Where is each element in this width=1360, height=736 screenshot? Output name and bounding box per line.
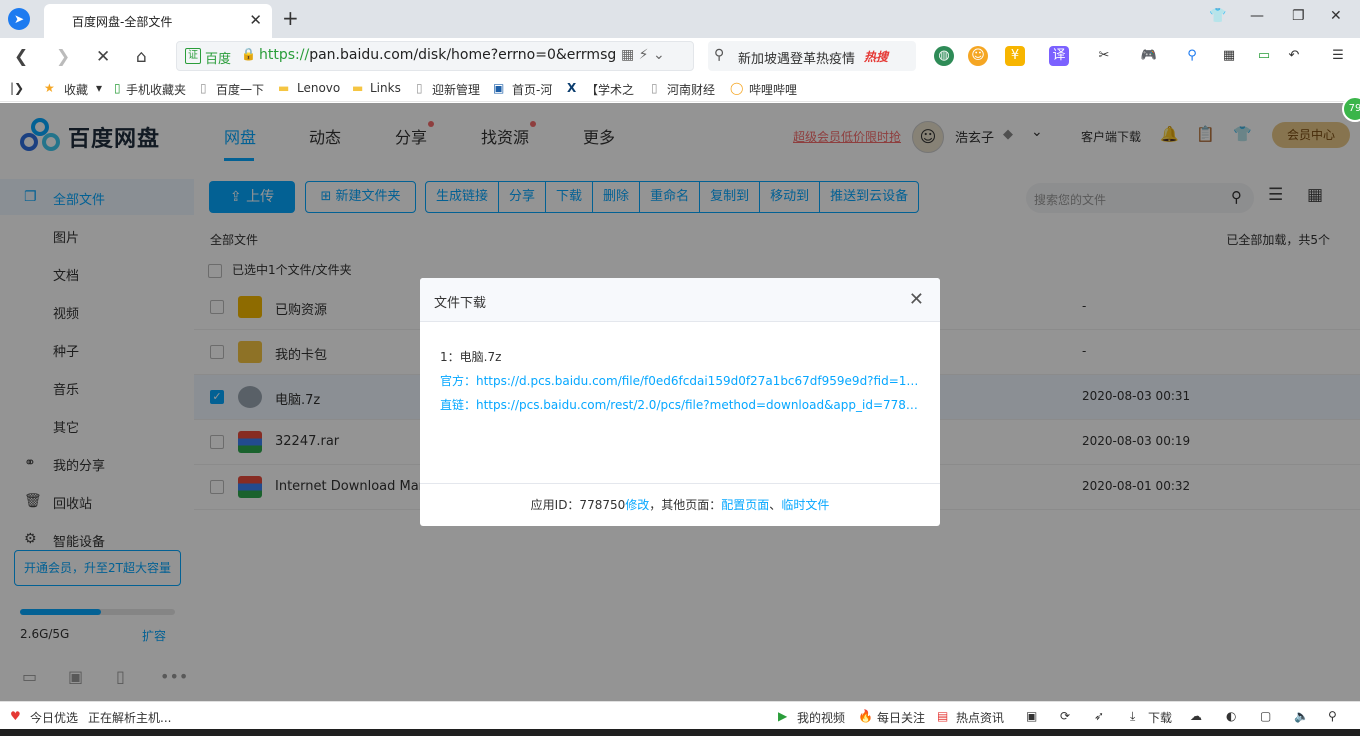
bookmark-academic[interactable]: 【学术之 (586, 81, 634, 98)
minimize-icon[interactable]: — (1250, 8, 1264, 24)
bookmark-lenovo[interactable]: Lenovo (297, 81, 340, 95)
separator-text: 、 (769, 498, 782, 512)
dialog-footer: 应用ID：778750修改，其他页面：配置页面、临时文件 (420, 483, 940, 526)
apps-grid-icon[interactable]: ▦ (1219, 46, 1239, 66)
browser-tab-bar: ➤ 百度网盘-全部文件 ✕ + 👕 — ❐ ✕ (0, 0, 1360, 38)
sidebar-toggle-icon[interactable]: |❯ (10, 81, 24, 95)
bookmark-favorites[interactable]: 收藏 (64, 81, 88, 98)
bookmark-baidu[interactable]: 百度一下 (216, 81, 264, 98)
skin-icon[interactable]: 👕 (1209, 8, 1226, 24)
magnifier-tool-icon[interactable]: ⚲ (1182, 46, 1202, 66)
url-path: pan.baidu.com/disk/home?errno=0&errmsg (309, 47, 617, 63)
zoom-icon[interactable]: ⚲ (1328, 709, 1337, 723)
phone-icon: ▯ (114, 81, 121, 95)
home-icon[interactable]: ⌂ (136, 47, 147, 67)
dialog-file-name: 1：电脑.7z (440, 350, 502, 364)
volume-icon[interactable]: 🔈 (1294, 709, 1309, 723)
hot-search-text: 新加坡遇登革热疫情 (738, 52, 856, 67)
undo-icon[interactable]: ↶ (1284, 46, 1304, 66)
lock-icon: 🔒 (241, 47, 256, 61)
bookmark-welcome[interactable]: 迎新管理 (432, 81, 480, 98)
bookmark-mobile[interactable]: 手机收藏夹 (126, 81, 186, 98)
today-picks-link[interactable]: 今日优选 (30, 709, 78, 726)
restore-icon[interactable]: ❐ (1292, 8, 1305, 24)
folder-icon: ▬ (352, 81, 364, 95)
forward-icon[interactable]: ❯ (56, 47, 70, 67)
dialog-title: 文件下载 (434, 296, 487, 311)
os-taskbar (0, 729, 1360, 736)
window-close-icon[interactable]: ✕ (1330, 8, 1342, 24)
modify-link[interactable]: 修改 (625, 498, 649, 512)
browser-status-bar: ♥ 今日优选 正在解析主机... ▶ 我的视频 🔥 每日关注 ▤ 热点资讯 ▣ … (0, 701, 1360, 729)
page-icon: ▯ (651, 81, 658, 95)
loading-status: 正在解析主机... (88, 711, 172, 725)
dialog-header: 文件下载 ✕ (420, 278, 940, 322)
scissors-icon[interactable]: ✂ (1094, 46, 1114, 66)
bookmark-henan[interactable]: 河南财经 (667, 81, 715, 98)
tab-close-icon[interactable]: ✕ (249, 11, 262, 29)
bilibili-icon: ◯ (730, 81, 744, 95)
bookmark-links[interactable]: Links (370, 81, 401, 95)
other-pages-text: ，其他页面： (649, 498, 722, 512)
bookmark-home[interactable]: 首页-河 (512, 81, 552, 98)
page-icon: ▯ (200, 81, 207, 95)
close-icon[interactable]: ✕ (909, 289, 924, 310)
download-icon: ⤓ (1130, 709, 1136, 723)
battery-icon[interactable]: ▭ (1254, 46, 1274, 66)
coupon-extension-icon[interactable]: ¥ (1005, 46, 1025, 66)
daily-follow-link[interactable]: 每日关注 (877, 709, 925, 726)
verified-shield-icon: 证 (185, 48, 201, 64)
tiger-extension-icon[interactable]: ☺ (968, 46, 988, 66)
hot-search-badge: 热搜 (864, 50, 889, 64)
cloud-icon[interactable]: ☁ (1190, 709, 1202, 723)
tab-title: 百度网盘-全部文件 (72, 15, 173, 29)
browser-icon[interactable]: ◐ (1226, 709, 1236, 723)
official-download-link[interactable]: 官方：https://d.pcs.baidu.com/file/f0ed6fcd… (440, 372, 920, 389)
stop-icon[interactable]: ✕ (96, 47, 110, 67)
video-icon: ▶ (778, 709, 788, 723)
file-download-dialog: 文件下载 ✕ 1：电脑.7z 官方：https://d.pcs.baidu.co… (420, 278, 940, 526)
downloads-link[interactable]: 下载 (1148, 709, 1172, 726)
bookmarks-bar: |❯ ★ 收藏 ▾ ▯ 手机收藏夹 ▯ 百度一下 ▬ Lenovo ▬ Link… (0, 76, 1360, 102)
temp-files-link[interactable]: 临时文件 (781, 498, 829, 512)
bookmark-bilibili[interactable]: 哔哩哔哩 (749, 81, 797, 98)
config-page-link[interactable]: 配置页面 (721, 498, 769, 512)
browser-tab[interactable]: 百度网盘-全部文件 ✕ (44, 4, 272, 38)
game-icon[interactable]: 🎮 (1139, 46, 1159, 66)
star-icon: ★ (44, 81, 55, 95)
heart-icon: ♥ (10, 709, 21, 723)
page-icon: ▯ (416, 81, 423, 95)
hot-search-box[interactable]: ⚲ 新加坡遇登革热疫情 热搜 (708, 41, 916, 71)
globe-extension-icon[interactable]: ◍ (934, 46, 954, 66)
search-icon: ⚲ (714, 47, 725, 63)
address-bar[interactable]: 证 百度 🔒 https://pan.baidu.com/disk/home?e… (176, 41, 694, 71)
chevron-down-icon[interactable]: ▾ (96, 81, 102, 95)
news-icon: ▤ (937, 709, 949, 723)
my-videos-link[interactable]: 我的视频 (797, 709, 845, 726)
folder-icon: ▬ (278, 81, 290, 95)
back-icon[interactable]: ❮ (14, 47, 28, 67)
new-tab-icon[interactable]: + (282, 6, 299, 30)
screenshot-icon[interactable]: ▣ (1026, 709, 1037, 723)
url-scheme: https:// (259, 47, 310, 63)
hot-news-link[interactable]: 热点资讯 (956, 709, 1004, 726)
menu-icon[interactable]: ☰ (1328, 46, 1348, 66)
site-icon: ▣ (493, 81, 505, 95)
url-site-name: 百度 (205, 52, 232, 67)
refresh-icon[interactable]: ⟳ (1060, 709, 1070, 723)
url-tools-icon[interactable]: ▦ ⚡ ⌄ (621, 47, 665, 63)
app-id-text: 应用ID：778750 (530, 498, 626, 512)
direct-download-link[interactable]: 直链：https://pcs.baidu.com/rest/2.0/pcs/fi… (440, 396, 920, 413)
rocket-icon[interactable]: ➶ (1094, 709, 1104, 723)
x-site-icon: X (567, 81, 577, 95)
fire-icon: 🔥 (858, 709, 873, 723)
url-text[interactable]: https://pan.baidu.com/disk/home?errno=0&… (259, 47, 616, 63)
browser-logo-icon[interactable]: ➤ (8, 8, 30, 30)
window-icon[interactable]: ▢ (1260, 709, 1271, 723)
translate-extension-icon[interactable]: 译 (1049, 46, 1069, 66)
